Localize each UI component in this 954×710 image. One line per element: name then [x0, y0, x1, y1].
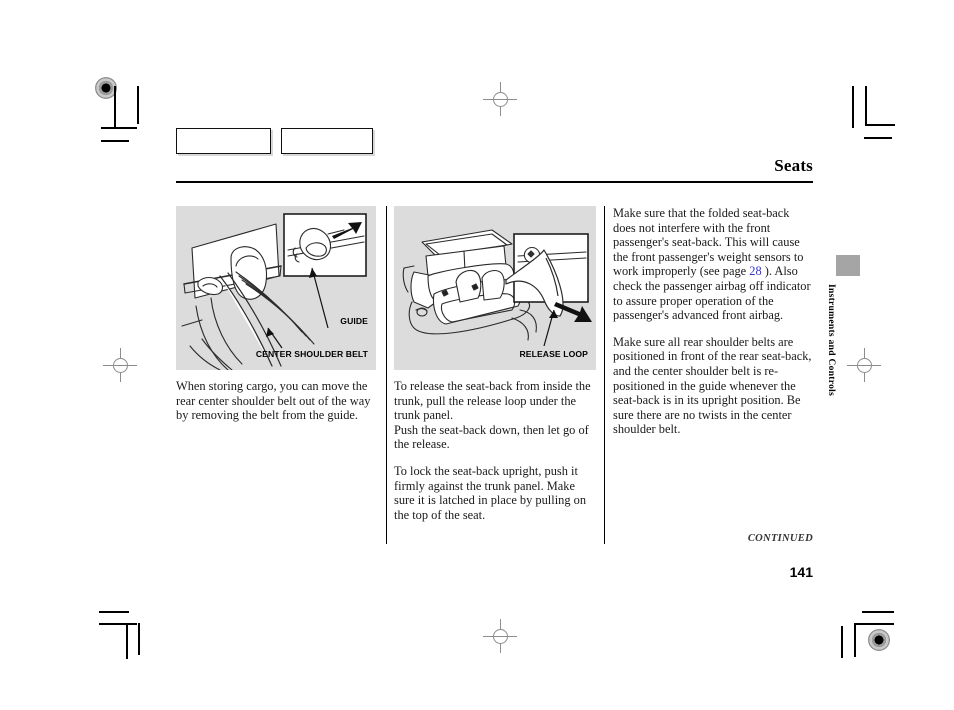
column-divider-2: [604, 206, 605, 544]
column-right: Make sure that the folded seat-back does…: [613, 206, 813, 449]
registration-crosshair-left-middle: [103, 348, 137, 382]
figure-callout-release-loop: RELEASE LOOP: [519, 349, 588, 360]
section-tab-marker: [836, 255, 860, 276]
figure-callout-center-shoulder-belt: CENTER SHOULDER BELT: [255, 349, 368, 360]
crop-mark-bl-v1: [126, 623, 128, 659]
column-divider-1: [386, 206, 387, 544]
header-rule: [176, 181, 813, 183]
right-column-paragraph-1: Make sure that the folded seat-back does…: [613, 206, 813, 323]
crop-mark-bl-v2: [138, 623, 140, 655]
section-tab-label: Instruments and Controls: [826, 284, 836, 397]
column-left: GUIDE CENTER SHOULDER BELT When storing …: [176, 206, 376, 423]
crop-mark-br-v2: [841, 626, 843, 658]
crop-mark-bl-h1: [99, 611, 129, 613]
crop-mark-tl-v2: [137, 86, 139, 124]
crop-mark-tr-v2: [865, 86, 867, 124]
figure-trunk-release-loop: RELEASE LOOP: [394, 206, 596, 370]
page-reference-link[interactable]: 28: [749, 264, 761, 278]
middle-column-paragraph-1: To release the seat-back from inside the…: [394, 379, 591, 423]
page-title: Seats: [774, 156, 813, 175]
middle-column-paragraph-2: Push the seat-back down, then let go of …: [394, 422, 589, 452]
column-middle: RELEASE LOOP To release the seat-back fr…: [394, 206, 596, 534]
top-blank-box-left: [176, 128, 271, 154]
top-blank-box-right: [281, 128, 373, 154]
crop-mark-tr-h2: [864, 137, 892, 139]
crop-mark-tr-v1: [852, 86, 854, 128]
crop-mark-bl-h2: [99, 623, 137, 625]
crop-mark-tl-h2: [101, 140, 129, 142]
figure-center-shoulder-belt-guide: GUIDE CENTER SHOULDER BELT: [176, 206, 376, 370]
registration-target-bottom-right: [868, 629, 890, 651]
registration-crosshair-bottom-center: [483, 619, 517, 653]
registration-crosshair-top-center: [483, 82, 517, 116]
crop-mark-tr-h1: [865, 124, 895, 126]
crop-mark-br-v1: [854, 623, 856, 657]
middle-column-paragraph-3: To lock the seat-back upright, push it f…: [394, 463, 587, 522]
left-column-paragraph-1: When storing cargo, you can move the rea…: [176, 379, 371, 423]
crop-mark-tl-v1: [114, 86, 116, 128]
right-column-paragraph-2: Make sure all rear shoulder belts are po…: [613, 334, 812, 437]
figure-callout-guide: GUIDE: [340, 316, 368, 327]
crop-mark-tl-h1: [101, 127, 137, 129]
crop-mark-br-h2: [854, 623, 894, 625]
continued-label: CONTINUED: [747, 533, 813, 544]
registration-crosshair-right-middle: [847, 348, 881, 382]
crop-mark-br-h1: [862, 611, 894, 613]
page-number: 141: [789, 564, 813, 580]
